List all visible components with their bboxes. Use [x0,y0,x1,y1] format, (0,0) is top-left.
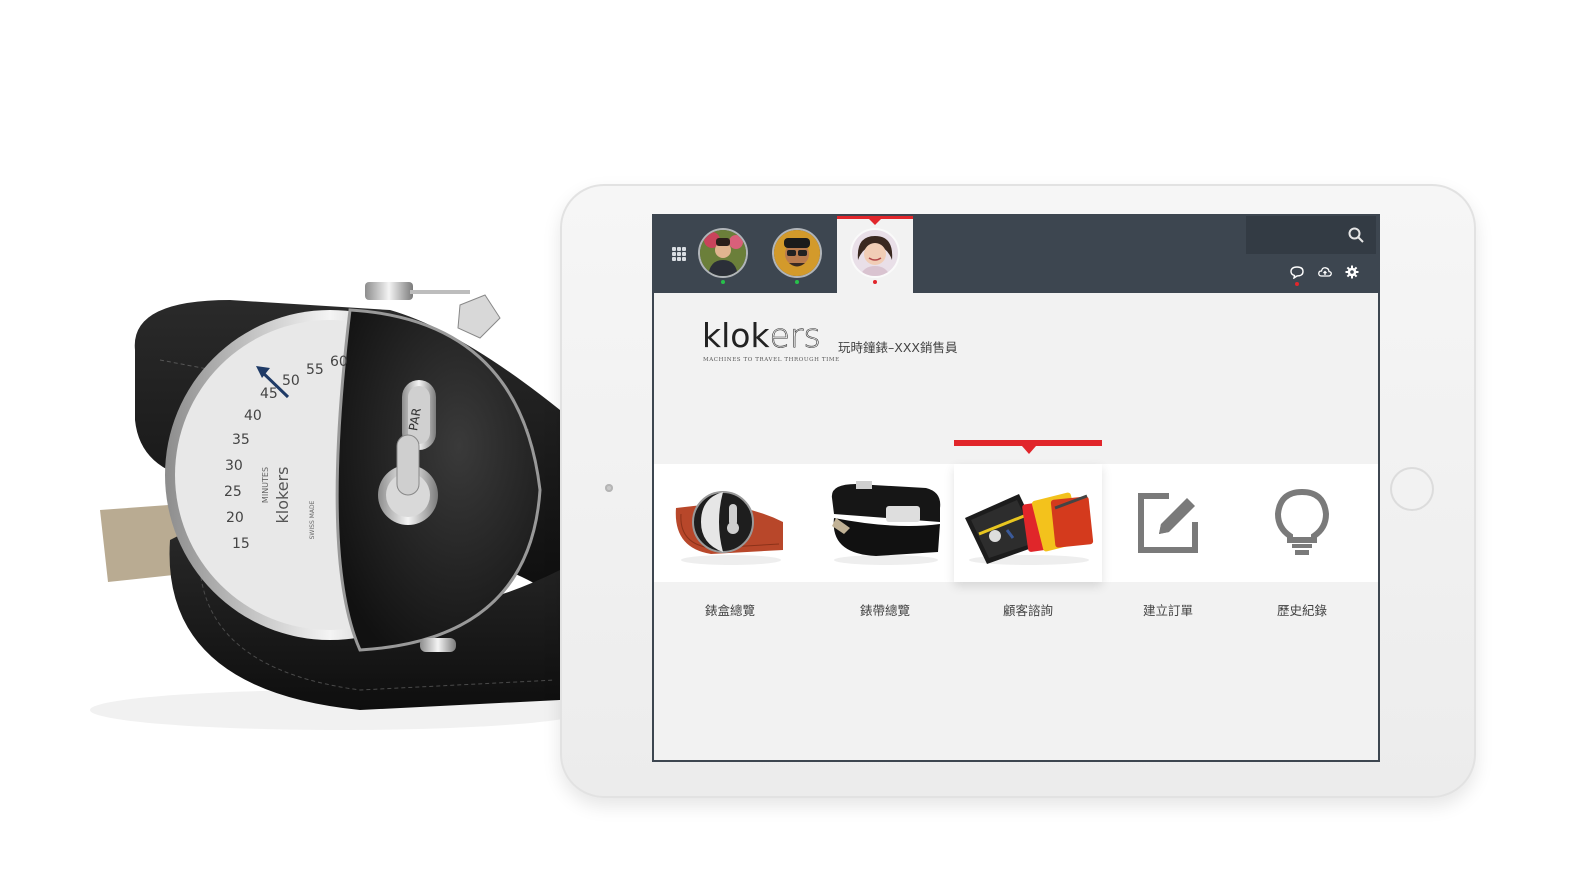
brand-header: klokers MACHINES TO TRAVEL THROUGH TIME … [702,316,957,363]
watch-case-image [656,464,804,582]
online-status-dot [721,280,725,284]
cloud-upload-icon[interactable] [1318,265,1332,279]
user-tab-1[interactable] [698,216,748,293]
product-watch-image: PAR 50 55 60 45 40 35 30 25 20 15 kloker… [60,270,580,740]
active-tab-marker [869,219,881,225]
watch-strap-image [811,464,959,582]
dial-number: 55 [306,362,324,378]
dial-number: 50 [282,373,300,389]
brand-logo: klokers [702,316,821,355]
avatar [852,230,898,276]
dial-number: 15 [232,536,250,552]
chat-icon[interactable] [1290,265,1304,279]
menu-history[interactable]: 歷史紀錄 [1228,440,1376,640]
brand-tagline: MACHINES TO TRAVEL THROUGH TIME [703,357,840,363]
lightbulb-icon [1228,464,1376,582]
top-bar [654,216,1378,293]
menu-label: 錶盒總覽 [704,603,755,618]
dial-number: 25 [224,484,242,500]
edit-order-icon [1094,464,1242,582]
home-button[interactable] [1390,467,1434,511]
notification-dot [1295,282,1299,286]
dial-swiss: SWISS MADE [309,500,316,539]
online-status-dot [873,280,877,284]
app-screen: klokers MACHINES TO TRAVEL THROUGH TIME … [652,214,1380,762]
menu-label: 顧客諮詢 [1002,603,1053,618]
travel-case-image [954,464,1102,582]
active-indicator-arrow [1022,446,1036,454]
dial-brand: klokers [273,467,292,524]
user-tab-2[interactable] [772,216,822,293]
menu-customer-consultation[interactable]: 顧客諮詢 [954,440,1102,640]
avatar [700,230,746,276]
grid-apps-icon[interactable] [672,247,686,261]
search-icon[interactable] [1348,227,1364,243]
menu-watch-case-overview[interactable]: 錶盒總覽 [656,440,804,640]
camera-icon [605,484,613,492]
menu-label: 錶帶總覽 [859,603,910,618]
avatar [774,230,820,276]
search-box [1246,216,1376,254]
menu-watch-strap-overview[interactable]: 錶帶總覽 [811,440,959,640]
menu-label: 歷史紀錄 [1276,603,1327,618]
dial-number: 20 [226,510,244,526]
dial-number: 35 [232,432,250,448]
online-status-dot [795,280,799,284]
menu-create-order[interactable]: 建立訂單 [1094,440,1242,640]
dial-number: 40 [244,408,262,424]
dial-number: 60 [330,354,348,370]
dial-minutes: MINUTES [261,467,270,503]
gear-icon[interactable] [1345,265,1359,279]
menu-label: 建立訂單 [1142,603,1193,618]
page-title: 玩時鐘錶–XXX銷售員 [838,340,958,355]
dial-number: 30 [225,458,243,474]
user-tab-3[interactable] [837,216,913,293]
dial-number: 45 [260,386,278,402]
